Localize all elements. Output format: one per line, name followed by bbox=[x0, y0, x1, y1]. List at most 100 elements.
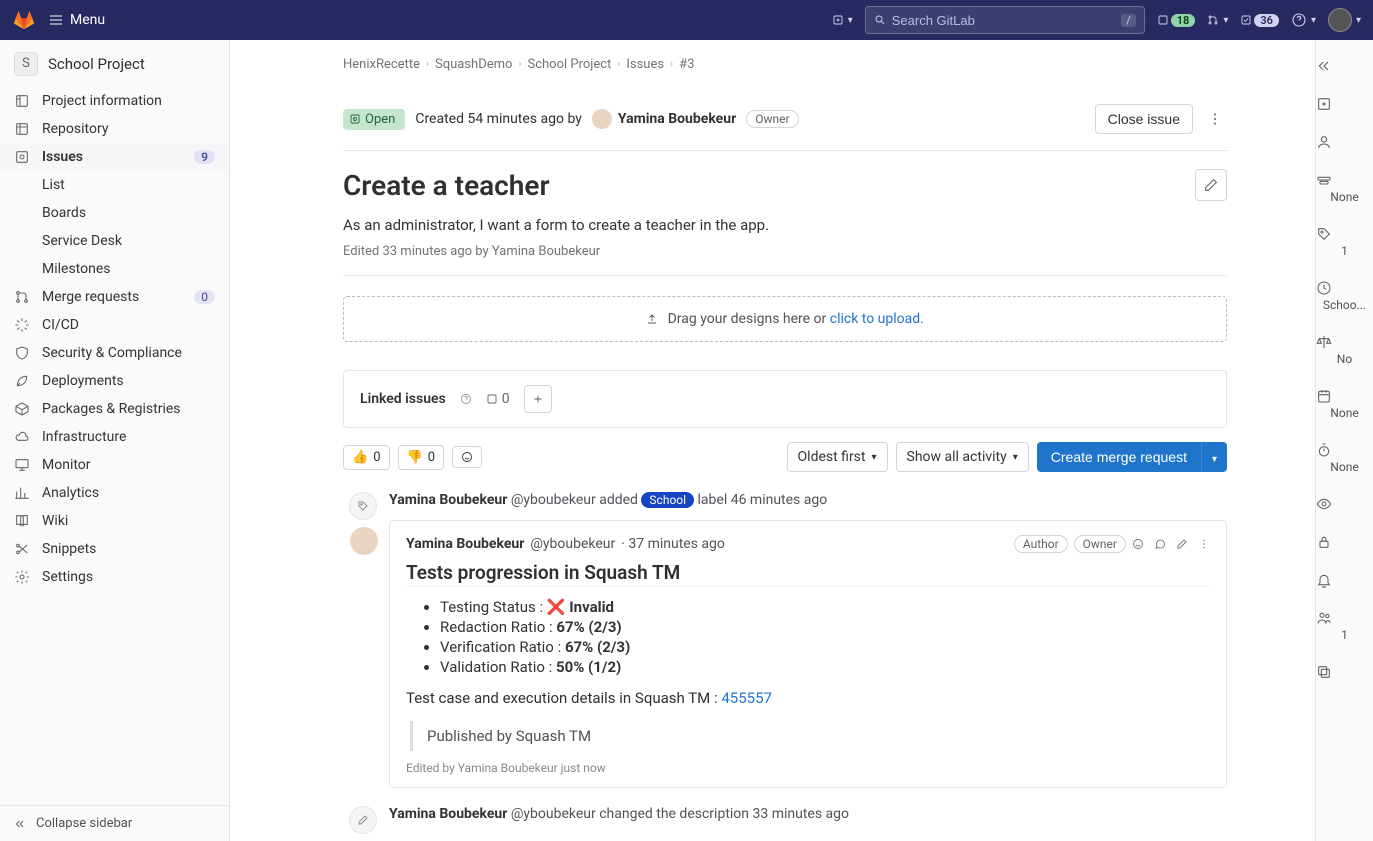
edit-button[interactable] bbox=[1176, 538, 1188, 550]
todos-counter[interactable]: 36 bbox=[1240, 14, 1279, 27]
test-progress-list: Testing Status : ❌ Invalid Redaction Rat… bbox=[406, 597, 1210, 677]
expand-sidebar-button[interactable] bbox=[1316, 52, 1373, 84]
search-input[interactable] bbox=[892, 13, 1115, 28]
breadcrumb-item[interactable]: Issues bbox=[626, 57, 664, 72]
filter-dropdown[interactable]: Show all activity ▾ bbox=[896, 442, 1029, 472]
issues-counter[interactable]: 18 bbox=[1157, 14, 1196, 27]
sidebar-item-monitor[interactable]: Monitor bbox=[0, 451, 229, 479]
help-icon[interactable] bbox=[460, 393, 472, 405]
sort-dropdown[interactable]: Oldest first ▾ bbox=[787, 442, 888, 472]
sidebar-item-repository[interactable]: Repository bbox=[0, 115, 229, 143]
sidebar-item-issues[interactable]: Issues 9 bbox=[0, 143, 229, 171]
new-dropdown[interactable]: ▾ bbox=[832, 14, 853, 26]
sidebar-item-settings[interactable]: Settings bbox=[0, 563, 229, 591]
reply-button[interactable] bbox=[1154, 538, 1166, 550]
edit-title-button[interactable] bbox=[1195, 169, 1227, 201]
more-button[interactable] bbox=[1198, 538, 1210, 550]
comment-title: Tests progression in Squash TM bbox=[406, 561, 1210, 584]
upload-icon bbox=[646, 313, 658, 325]
project-name: School Project bbox=[48, 55, 145, 73]
sidebar-sub-list[interactable]: List bbox=[0, 171, 229, 199]
milestone-button[interactable]: Schoo... bbox=[1316, 274, 1373, 322]
author-name[interactable]: Yamina Boubekeur bbox=[389, 492, 507, 508]
sidebar-item-snippets[interactable]: Snippets bbox=[0, 535, 229, 563]
breadcrumb-item[interactable]: HenixRecette bbox=[343, 57, 420, 72]
add-reaction-button[interactable] bbox=[452, 446, 482, 468]
author-name[interactable]: Yamina Boubekeur bbox=[389, 806, 507, 822]
sidebar-item-wiki[interactable]: Wiki bbox=[0, 507, 229, 535]
more-actions-button[interactable] bbox=[1203, 107, 1227, 131]
help-dropdown[interactable]: ▾ bbox=[1291, 12, 1316, 28]
sidebar-item-security[interactable]: Security & Compliance bbox=[0, 339, 229, 367]
todo-toggle[interactable] bbox=[1316, 90, 1373, 122]
owner-badge: Owner bbox=[1074, 535, 1126, 553]
notifications-button[interactable] bbox=[1316, 566, 1373, 598]
author-name[interactable]: Yamina Boubekeur bbox=[406, 536, 524, 552]
collapse-sidebar-button[interactable]: Collapse sidebar bbox=[0, 805, 229, 841]
package-icon bbox=[14, 401, 30, 417]
gear-icon bbox=[14, 569, 30, 585]
author-chip[interactable]: Yamina Boubekeur bbox=[592, 109, 736, 129]
add-linked-issue-button[interactable] bbox=[524, 385, 552, 413]
react-button[interactable] bbox=[1132, 538, 1144, 550]
left-sidebar: S School Project Project information Rep… bbox=[0, 40, 230, 841]
sidebar-sub-service-desk[interactable]: Service Desk bbox=[0, 227, 229, 255]
sidebar-item-packages[interactable]: Packages & Registries bbox=[0, 395, 229, 423]
labels-button[interactable]: 1 bbox=[1316, 220, 1373, 268]
label-pill[interactable]: School bbox=[641, 492, 694, 508]
assignee-button[interactable] bbox=[1316, 128, 1373, 160]
sidebar-item-infrastructure[interactable]: Infrastructure bbox=[0, 423, 229, 451]
weight-button[interactable]: No bbox=[1316, 328, 1373, 376]
epic-button[interactable]: None bbox=[1316, 166, 1373, 214]
thumbs-down-button[interactable]: 👎 0 bbox=[398, 445, 445, 470]
avatar-icon bbox=[350, 527, 378, 555]
user-icon bbox=[1316, 134, 1332, 150]
pencil-icon bbox=[1176, 538, 1188, 550]
avatar-icon bbox=[592, 109, 612, 129]
note-edited-line: Edited by Yamina Boubekeur just now bbox=[406, 761, 1210, 775]
sidebar-sub-boards[interactable]: Boards bbox=[0, 199, 229, 227]
reference-button[interactable] bbox=[1316, 658, 1373, 690]
upload-link[interactable]: click to upload bbox=[830, 311, 920, 327]
search-box[interactable]: / bbox=[865, 6, 1145, 34]
create-merge-request-button[interactable]: Create merge request bbox=[1037, 442, 1201, 472]
breadcrumb-item[interactable]: School Project bbox=[527, 57, 611, 72]
eye-icon bbox=[1316, 496, 1332, 512]
breadcrumb-item[interactable]: SquashDemo bbox=[435, 57, 512, 72]
lock-icon bbox=[1316, 534, 1332, 550]
thumbs-up-button[interactable]: 👍 0 bbox=[343, 445, 390, 470]
avatar-icon bbox=[1328, 8, 1352, 32]
lock-button[interactable] bbox=[1316, 528, 1373, 560]
time-tracking-button[interactable]: None bbox=[1316, 436, 1373, 484]
linked-issues-title: Linked issues bbox=[360, 391, 446, 407]
create-merge-request-dropdown[interactable]: ▾ bbox=[1201, 442, 1227, 472]
menu-button[interactable]: Menu bbox=[48, 12, 105, 28]
sidebar-item-merge-requests[interactable]: Merge requests 0 bbox=[0, 283, 229, 311]
activity-bar: 👍 0 👎 0 Oldest first ▾ Show all activity… bbox=[343, 442, 1227, 472]
confidential-button[interactable] bbox=[1316, 490, 1373, 522]
chevron-double-left-icon bbox=[1316, 58, 1332, 74]
due-date-button[interactable]: None bbox=[1316, 382, 1373, 430]
sidebar-item-cicd[interactable]: CI/CD bbox=[0, 311, 229, 339]
issue-header-row: Open Created 54 minutes ago by Yamina Bo… bbox=[343, 88, 1227, 151]
sidebar-sub-milestones[interactable]: Milestones bbox=[0, 255, 229, 283]
repository-icon bbox=[14, 121, 30, 137]
project-info-icon bbox=[14, 93, 30, 109]
project-header[interactable]: S School Project bbox=[0, 40, 229, 87]
squash-link[interactable]: 455557 bbox=[721, 689, 772, 707]
right-sidebar: None 1 Schoo... No None None 1 bbox=[1315, 40, 1373, 841]
merge-requests-dropdown[interactable]: ▾ bbox=[1207, 14, 1228, 26]
users-icon bbox=[1316, 610, 1332, 626]
gitlab-logo[interactable] bbox=[12, 8, 36, 32]
close-issue-button[interactable]: Close issue bbox=[1095, 104, 1193, 134]
user-menu[interactable]: ▾ bbox=[1328, 8, 1361, 32]
sidebar-item-deployments[interactable]: Deployments bbox=[0, 367, 229, 395]
main-area: HenixRecette› SquashDemo› School Project… bbox=[230, 40, 1315, 841]
page-title: Create a teacher bbox=[343, 169, 1183, 202]
participants-button[interactable]: 1 bbox=[1316, 604, 1373, 652]
design-upload-box[interactable]: Drag your designs here or click to uploa… bbox=[343, 296, 1227, 342]
sidebar-item-project-info[interactable]: Project information bbox=[0, 87, 229, 115]
breadcrumb: HenixRecette› SquashDemo› School Project… bbox=[343, 40, 1227, 88]
sidebar-item-analytics[interactable]: Analytics bbox=[0, 479, 229, 507]
pencil-icon bbox=[1203, 177, 1219, 193]
